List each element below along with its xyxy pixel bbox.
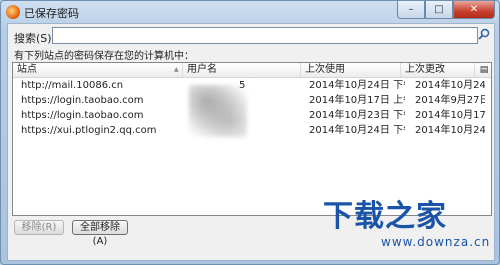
sort-ascending-icon: ▲ (174, 66, 179, 73)
saved-passwords-window: 已保存密码 – □ ✕ 搜索(S): 有下列站点的密码保存在您的计算机中： 站点… (0, 0, 500, 265)
maximize-icon: □ (434, 4, 444, 15)
last-changed-cell: 2014年10月17日 (415, 110, 485, 121)
table-row[interactable]: https://login.taobao.com 2014年10月23日 下午9… (13, 109, 491, 123)
minimize-icon: – (408, 4, 414, 15)
column-header-last-used[interactable]: 上次使用 (301, 63, 401, 77)
info-text: 有下列站点的密码保存在您的计算机中： (14, 51, 194, 62)
site-cell: https://login.taobao.com (21, 95, 144, 106)
site-cell: http://mail.10086.cn (21, 80, 124, 91)
window-title: 已保存密码 (24, 7, 79, 20)
column-header-site[interactable]: 站点 (13, 63, 183, 77)
site-cell: https://login.taobao.com (21, 110, 144, 121)
search-icon[interactable] (478, 28, 490, 40)
title-bar[interactable]: 已保存密码 – □ ✕ (1, 1, 499, 23)
minimize-button[interactable]: – (397, 1, 425, 19)
last-changed-cell: 2014年10月24日 (415, 125, 485, 136)
last-used-cell: 2014年10月23日 下午9:24 (309, 110, 405, 121)
last-used-cell: 2014年10月24日 下午10:40 (309, 80, 405, 91)
watermark: 下载之家 www.downza.cn (301, 191, 489, 261)
remove-button[interactable]: 移除(R) (14, 220, 64, 235)
last-used-cell: 2014年10月17日 上午12:29 (309, 95, 405, 106)
table-header: 站点 ▲ 用户名 上次使用 上次更改 ▤ (13, 63, 491, 78)
column-picker-icon[interactable]: ▤ (477, 63, 491, 77)
search-input[interactable] (52, 27, 478, 44)
column-header-last-changed[interactable]: 上次更改 (401, 63, 475, 77)
search-label: 搜索(S): (14, 32, 56, 45)
last-used-cell: 2014年10月24日 下午10:32 (309, 125, 405, 136)
username-redaction (189, 85, 247, 137)
firefox-icon (6, 5, 20, 19)
last-changed-cell: 2014年9月27日 (415, 95, 485, 106)
table-row[interactable]: https://login.taobao.com 2014年10月17日 上午1… (13, 94, 491, 108)
close-icon: ✕ (469, 4, 479, 15)
watermark-logo-text: 下载之家 (323, 199, 447, 234)
close-button[interactable]: ✕ (453, 1, 495, 19)
watermark-url: www.downza.cn (381, 235, 491, 249)
table-row[interactable]: http://mail.10086.cn 5 2014年10月24日 下午10:… (13, 79, 491, 93)
last-changed-cell: 2014年10月24日 (415, 80, 485, 91)
column-header-username[interactable]: 用户名 (183, 63, 301, 77)
window-controls: – □ ✕ (397, 1, 495, 19)
site-cell: https://xui.ptlogin2.qq.com (21, 125, 157, 136)
table-row[interactable]: https://xui.ptlogin2.qq.com 2014年10月24日 … (13, 124, 491, 138)
remove-all-button[interactable]: 全部移除(A) (72, 220, 128, 247)
maximize-button[interactable]: □ (425, 1, 453, 19)
